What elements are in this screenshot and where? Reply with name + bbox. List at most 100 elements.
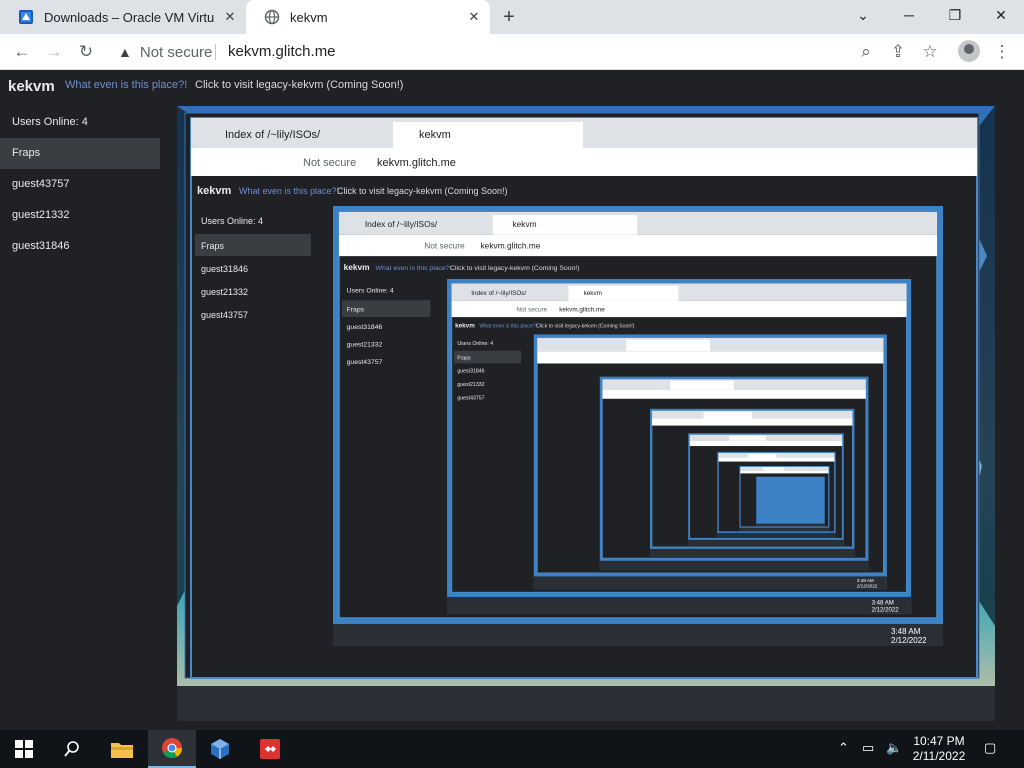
- mirror-active-tab: [703, 411, 752, 419]
- mirror-user-item: guest31846: [347, 324, 383, 331]
- mirror-taskbar: [533, 576, 887, 590]
- security-label: Not secure: [139, 43, 213, 61]
- forward-arrow-icon[interactable]: →: [42, 40, 66, 64]
- virtualbox-icon: [18, 9, 34, 25]
- tab-title: Downloads – Oracle VM VirtualBox: [44, 9, 214, 25]
- mirror-user-item: Fraps: [457, 355, 471, 361]
- mirror-what-link: What even is this place?!: [479, 324, 537, 330]
- site-brand[interactable]: kekvm: [8, 78, 55, 95]
- mirror-clock-time: 3:48 AM: [891, 627, 921, 636]
- tab-search-icon[interactable]: ⌄: [840, 0, 886, 30]
- chevron-up-icon[interactable]: ⌃: [838, 740, 849, 756]
- mirror-active-tab: [626, 339, 710, 352]
- legacy-kekvm-link[interactable]: Click to visit legacy-kekvm (Coming Soon…: [195, 79, 403, 91]
- mirror-taskbar: [599, 560, 869, 571]
- close-window-button[interactable]: ✕: [978, 0, 1024, 30]
- mirror-user-item: guest43757: [201, 310, 248, 320]
- users-online-count: Users Online: 4: [12, 116, 88, 128]
- chrome-taskbar-button[interactable]: [148, 730, 196, 768]
- start-button[interactable]: [0, 730, 48, 768]
- warning-icon: ▲: [118, 44, 132, 60]
- mirror-tab-strip: [602, 379, 866, 390]
- mirror-active-tab: [728, 435, 766, 441]
- mirror-taskbar: [333, 624, 943, 646]
- remote-desktop-icon: [260, 739, 280, 759]
- mirror-user-item: guest21332: [201, 287, 248, 297]
- system-clock[interactable]: 10:47 PM 2/11/2022: [906, 734, 972, 764]
- minimize-button[interactable]: ─: [886, 0, 932, 30]
- mirror-tab-strip: [537, 337, 884, 352]
- mirror-what-link: What even is this place?!: [239, 186, 339, 196]
- mirror-security-label: Not secure: [303, 157, 356, 169]
- mirror-tab-title: Index of /~lily/ISOs/: [225, 129, 321, 141]
- mirror-toolbar: [537, 351, 884, 364]
- mirror-toolbar: [689, 440, 843, 447]
- file-explorer-button[interactable]: [98, 730, 146, 768]
- omnibox-divider: [215, 44, 216, 60]
- mirror-active-tab: [748, 453, 777, 458]
- share-icon[interactable]: ⇪: [886, 40, 910, 64]
- mirror-legacy-link: Click to visit legacy-kekvm (Coming Soon…: [337, 186, 508, 196]
- vm-screen[interactable]: Index of /~lily/ISOs/kekvm Not secure kekv…: [177, 106, 995, 721]
- mirror-brand: kekvm: [197, 185, 231, 197]
- close-tab-icon[interactable]: ✕: [466, 9, 482, 25]
- mirror-user-item: guest43757: [347, 359, 383, 366]
- mirror-user-item: Fraps: [201, 241, 225, 251]
- close-tab-icon[interactable]: ✕: [222, 9, 238, 25]
- reload-icon[interactable]: ↻: [74, 40, 98, 64]
- mirror-brand: kekvm: [344, 262, 370, 272]
- restore-button[interactable]: ❐: [932, 0, 978, 30]
- windows-taskbar: ⌃ ▭ 🔈 10:47 PM 2/11/2022 ▢: [0, 730, 1024, 768]
- mirror-toolbar: [652, 418, 853, 426]
- vm-desktop-view: Index of /~lily/ISOs/kekvm Not secure kekv…: [177, 106, 995, 721]
- clock-time: 10:47 PM: [913, 734, 965, 748]
- anydesk-taskbar-button[interactable]: [246, 730, 294, 768]
- mirror-url: kekvm.glitch.me: [559, 306, 605, 313]
- virtualbox-taskbar-button[interactable]: [196, 730, 244, 768]
- windows-logo-icon: [15, 740, 33, 758]
- mirror-active-tab: [762, 467, 785, 471]
- user-list-item[interactable]: Fraps: [0, 138, 160, 169]
- mirror-url: kekvm.glitch.me: [377, 157, 456, 169]
- address-bar[interactable]: kekvm.glitch.me: [228, 43, 336, 60]
- mirror-tab-strip: [740, 466, 829, 471]
- mirror-clock-date: 2/12/2022: [872, 606, 900, 613]
- notifications-icon[interactable]: ▢: [984, 740, 996, 756]
- mirror-tab-title: kekvm: [512, 219, 536, 229]
- folder-icon: [111, 743, 133, 758]
- mirror-clock-date: 2/12/2022: [857, 583, 878, 588]
- user-list-item[interactable]: guest31846: [0, 231, 160, 262]
- mirror-tab-strip: [652, 410, 853, 419]
- mirror-tab-title: Index of /~lily/ISOs/: [365, 219, 438, 229]
- zoom-icon[interactable]: ⌕: [854, 40, 878, 64]
- network-icon[interactable]: ▭: [862, 740, 874, 756]
- mirror-active-tab: [670, 380, 734, 390]
- search-button[interactable]: [48, 730, 96, 768]
- tab-kekvm[interactable]: kekvm ✕: [246, 0, 490, 34]
- user-list-item[interactable]: guest43757: [0, 169, 160, 200]
- search-icon: [64, 741, 79, 757]
- bookmark-star-icon[interactable]: ☆: [918, 40, 942, 64]
- mirror-user-item: guest31846: [457, 369, 484, 375]
- mirror-clock-date: 2/12/2022: [891, 636, 927, 645]
- mirror-users-online: Users Online: 4: [347, 288, 394, 295]
- new-tab-button[interactable]: +: [498, 6, 520, 28]
- back-arrow-icon[interactable]: ←: [10, 40, 34, 64]
- profile-avatar[interactable]: [958, 40, 980, 62]
- tab-virtualbox-downloads[interactable]: Downloads – Oracle VM VirtualBox ✕: [0, 0, 246, 34]
- mirror-legacy-link: Click to visit legacy-kekvm (Coming Soon…: [536, 324, 635, 330]
- mirror-toolbar: [718, 457, 835, 462]
- mirror-taskbar: [739, 527, 830, 531]
- kekvm-page: kekvm What even is this place?! Click to…: [0, 70, 1024, 736]
- clock-date: 2/11/2022: [912, 749, 966, 763]
- user-list-item[interactable]: guest21332: [0, 200, 160, 231]
- volume-muted-icon[interactable]: 🔈: [886, 740, 902, 756]
- what-is-this-link[interactable]: What even is this place?!: [65, 79, 187, 91]
- mirror-legacy-link: Click to visit legacy-kekvm (Coming Soon…: [450, 265, 579, 272]
- mirror-brand: kekvm: [455, 323, 475, 330]
- menu-kebab-icon[interactable]: ⋮: [990, 40, 1014, 64]
- virtualbox-icon: [211, 739, 229, 759]
- mirror-users-online: Users Online: 4: [457, 341, 493, 347]
- security-indicator[interactable]: ▲ Not secure: [118, 42, 212, 62]
- mirror-taskbar: [447, 596, 912, 614]
